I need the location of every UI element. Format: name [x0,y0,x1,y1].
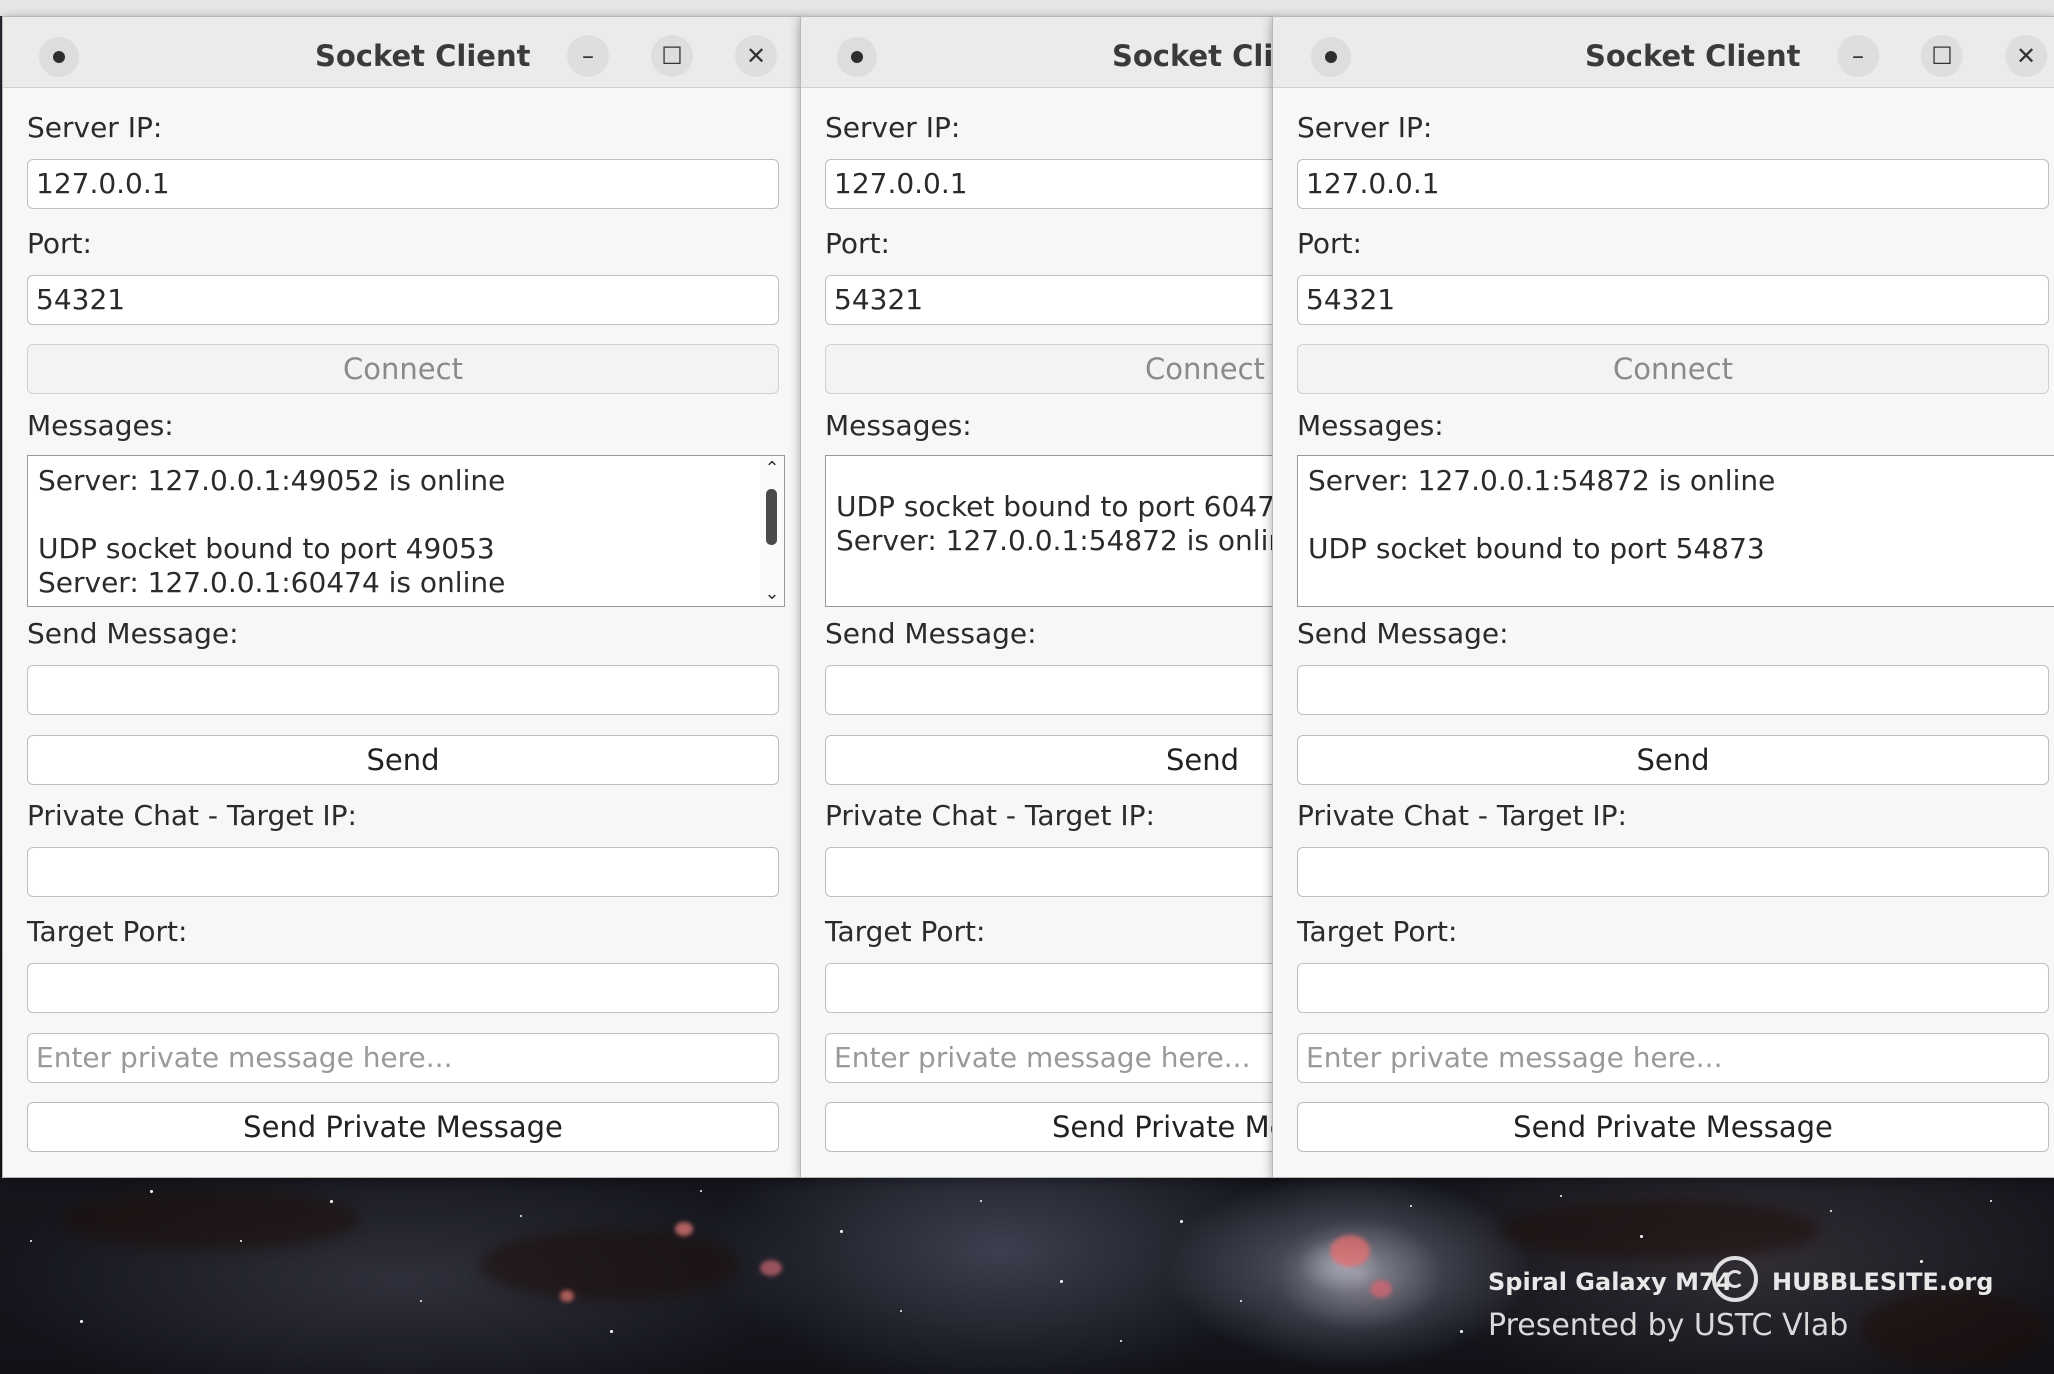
wallpaper-credit: Presented by USTC Vlab [1488,1308,1849,1343]
window-title: Socket Client [315,39,531,73]
close-button[interactable]: ✕ [735,35,777,77]
target-ip-input[interactable] [27,847,779,897]
send-button[interactable]: Send [825,735,1275,785]
messages-label: Messages: [27,409,174,442]
send-message-input[interactable] [27,665,779,715]
target-port-label: Target Port: [27,915,188,948]
server-ip-label: Server IP: [27,111,163,144]
target-ip-label: Private Chat - Target IP: [27,799,357,832]
messages-area[interactable]: Server: 127.0.0.1:54872 is online UDP so… [1297,455,2054,607]
window-title: Socket Clier [1112,39,1275,73]
send-message-label: Send Message: [27,617,239,650]
send-message-input[interactable] [825,665,1275,715]
port-label: Port: [825,227,890,260]
target-port-input[interactable] [825,963,1275,1013]
socket-client-window-1[interactable]: Socket Client – ☐ ✕ Server IP: 127.0.0.1… [2,16,804,1178]
connect-button[interactable]: Connect [1297,344,2049,394]
minimize-button[interactable]: – [567,35,609,77]
server-ip-label: Server IP: [825,111,961,144]
hubble-logo-icon [1712,1256,1758,1302]
wallpaper-site: HUBBLESITE.org [1772,1268,1994,1296]
window-menu-icon[interactable] [1311,37,1351,77]
window-menu-icon[interactable] [39,37,79,77]
target-port-input[interactable] [1297,963,2049,1013]
titlebar[interactable]: Socket Clier [801,17,1275,88]
port-input[interactable]: 54321 [825,275,1275,325]
port-input[interactable]: 54321 [27,275,779,325]
titlebar[interactable]: Socket Client – ☐ ✕ [1273,17,2054,88]
wallpaper-caption: Spiral Galaxy M74 [1488,1268,1733,1296]
message-line: Server: 127.0.0.1:49052 is online [38,464,506,497]
message-line: Server: 127.0.0.1:54872 is online [1308,464,1776,497]
maximize-button[interactable]: ☐ [1921,35,1963,77]
private-message-input[interactable]: Enter private message here... [1297,1033,2049,1083]
scroll-up-icon[interactable]: ⌃ [760,458,784,479]
maximize-button[interactable]: ☐ [651,35,693,77]
top-panel-strip [0,0,2054,16]
send-private-message-button[interactable]: Send Private Message [1297,1102,2049,1152]
send-message-input[interactable] [1297,665,2049,715]
socket-client-window-2[interactable]: Socket Clier Server IP: 127.0.0.1 Port: … [800,16,1276,1178]
connect-label: Connect [1145,352,1265,386]
server-ip-input[interactable]: 127.0.0.1 [1297,159,2049,209]
connect-button[interactable]: Connect [27,344,779,394]
close-button[interactable]: ✕ [2005,35,2047,77]
send-message-label: Send Message: [825,617,1037,650]
target-port-input[interactable] [27,963,779,1013]
send-private-label: Send Private Me [1052,1110,1276,1144]
target-ip-input[interactable] [1297,847,2049,897]
target-ip-input[interactable] [825,847,1275,897]
target-ip-label: Private Chat - Target IP: [825,799,1155,832]
message-line: Server: 127.0.0.1:60474 is online [38,566,506,599]
target-port-label: Target Port: [1297,915,1458,948]
send-private-message-button[interactable]: Send Private Me [825,1102,1276,1152]
target-ip-label: Private Chat - Target IP: [1297,799,1627,832]
message-line: UDP socket bound to port 49053 [38,532,495,565]
target-port-label: Target Port: [825,915,986,948]
server-ip-input[interactable]: 127.0.0.1 [825,159,1275,209]
minimize-button[interactable]: – [1837,35,1879,77]
scroll-down-icon[interactable]: ⌄ [760,583,784,604]
window-menu-icon[interactable] [837,37,877,77]
scroll-thumb[interactable] [766,489,777,545]
socket-client-window-3[interactable]: Socket Client – ☐ ✕ Server IP: 127.0.0.1… [1272,16,2054,1178]
window-title: Socket Client [1585,39,1801,73]
message-line: UDP socket bound to port 60475 [836,490,1276,523]
messages-area[interactable]: Server: 127.0.0.1:49052 is online UDP so… [27,455,785,607]
server-ip-label: Server IP: [1297,111,1433,144]
messages-label: Messages: [825,409,972,442]
messages-label: Messages: [1297,409,1444,442]
server-ip-input[interactable]: 127.0.0.1 [27,159,779,209]
private-message-input[interactable]: Enter private message here... [27,1033,779,1083]
port-input[interactable]: 54321 [1297,275,2049,325]
messages-area[interactable]: UDP socket bound to port 60475 Server: 1… [825,455,1276,607]
private-message-input[interactable]: Enter private message here... [825,1033,1275,1083]
send-label: Send [1166,743,1240,777]
send-button[interactable]: Send [1297,735,2049,785]
message-line: UDP socket bound to port 54873 [1308,532,1765,565]
send-button[interactable]: Send [27,735,779,785]
port-label: Port: [27,227,92,260]
message-line: Server: 127.0.0.1:54872 is online [836,524,1276,557]
messages-scrollbar[interactable]: ⌃ ⌄ [760,456,784,606]
port-label: Port: [1297,227,1362,260]
send-message-label: Send Message: [1297,617,1509,650]
titlebar[interactable]: Socket Client – ☐ ✕ [3,17,803,88]
send-private-message-button[interactable]: Send Private Message [27,1102,779,1152]
connect-button[interactable]: Connect [825,344,1275,394]
